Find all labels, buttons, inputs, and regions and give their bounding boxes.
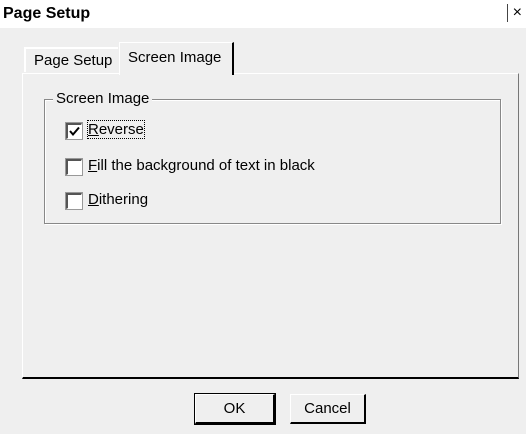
dithering-label-rest: ithering — [98, 191, 149, 208]
checkmark-icon — [69, 126, 80, 137]
fill-background-label: Fill the background of text in black — [88, 157, 315, 174]
dithering-label-accel: D — [88, 191, 99, 208]
fill-background-label-rest: ill the background of text in black — [97, 157, 315, 174]
group-legend: Screen Image — [53, 90, 153, 107]
tab-label: Page Setup — [34, 52, 113, 69]
title-bar: Page Setup × — [0, 0, 526, 28]
dithering-checkbox[interactable] — [65, 192, 83, 210]
fill-background-checkbox[interactable] — [65, 158, 83, 176]
reverse-label-accel: R — [88, 121, 99, 138]
reverse-label-rest: everse — [98, 121, 144, 138]
reverse-checkbox[interactable] — [65, 122, 83, 140]
tab-screen-image[interactable]: Screen Image — [119, 42, 234, 75]
fill-background-label-accel: F — [88, 157, 98, 174]
dialog-title: Page Setup — [3, 5, 91, 22]
reverse-label: Reverse — [87, 120, 145, 139]
page-setup-dialog: Page Setup × Page Setup Screen Image Scr… — [0, 0, 526, 434]
cancel-button[interactable]: Cancel — [290, 394, 366, 424]
close-icon[interactable]: × — [507, 4, 524, 22]
tab-label: Screen Image — [128, 49, 222, 66]
dithering-label: Dithering — [88, 191, 148, 208]
ok-button[interactable]: OK — [194, 393, 276, 425]
tab-page-setup[interactable]: Page Setup — [24, 47, 118, 72]
